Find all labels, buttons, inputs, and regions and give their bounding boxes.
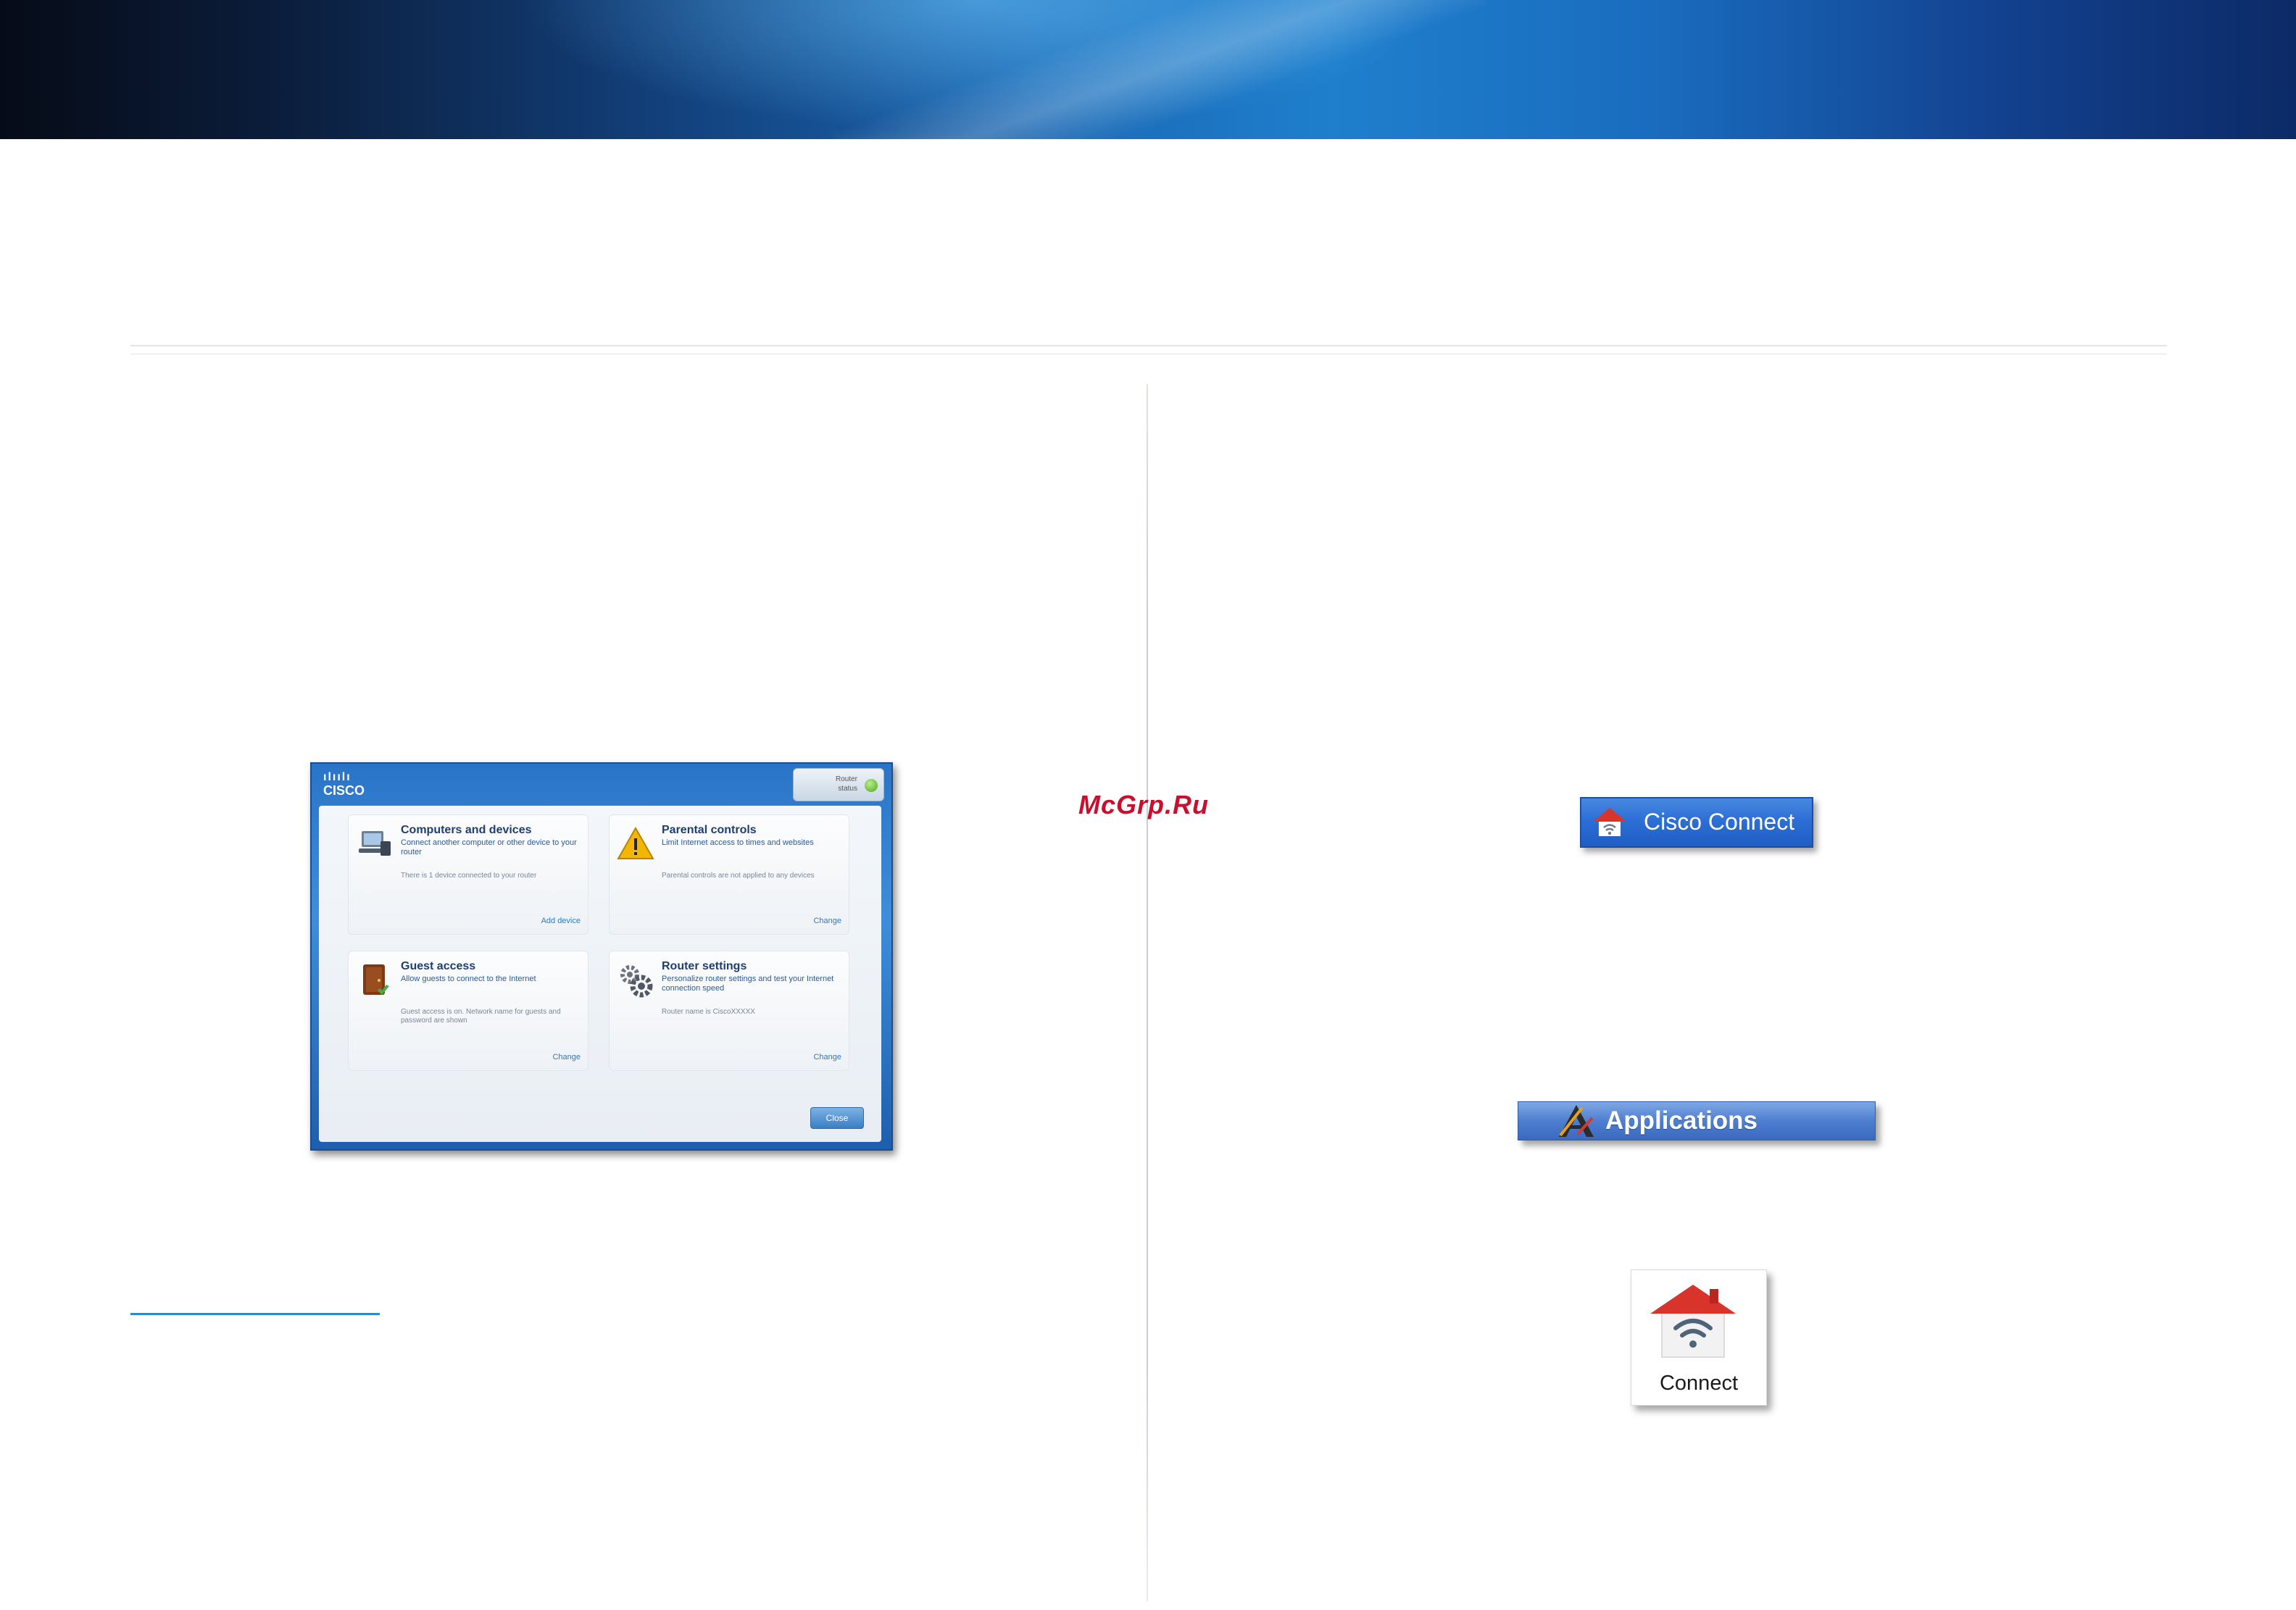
guest-door-icon bbox=[363, 964, 389, 995]
cisco-connect-label: Cisco Connect bbox=[1644, 809, 1795, 835]
tile-title: Computers and devices bbox=[401, 824, 532, 836]
cisco-logo: ılıılı CISCO bbox=[323, 771, 365, 797]
tile-title: Router settings bbox=[662, 960, 747, 972]
tile-computers-and-devices: Computers and devices Connect another co… bbox=[348, 814, 588, 935]
cisco-logo-text: CISCO bbox=[323, 783, 365, 798]
close-button[interactable]: Close bbox=[810, 1107, 864, 1129]
header-banner bbox=[0, 0, 2296, 139]
cisco-connect-window: ılıılı CISCO Router status Computers and… bbox=[310, 762, 893, 1151]
warning-icon bbox=[617, 826, 654, 859]
hyperlink-underline[interactable] bbox=[130, 1313, 380, 1315]
top-divider bbox=[130, 345, 2167, 346]
add-device-link[interactable]: Add device bbox=[541, 917, 581, 925]
applications-a-icon bbox=[1559, 1105, 1594, 1137]
tile-description: Limit Internet access to times and websi… bbox=[662, 838, 814, 847]
gears-icon bbox=[620, 965, 653, 998]
tile-status: Parental controls are not applied to any… bbox=[662, 872, 815, 880]
change-router-link[interactable]: Change bbox=[813, 1053, 841, 1061]
status-ok-icon bbox=[865, 779, 878, 792]
tile-parental-controls: Parental controls Limit Internet access … bbox=[609, 814, 849, 935]
applications-label: Applications bbox=[1605, 1106, 1758, 1135]
change-parental-link[interactable]: Change bbox=[813, 917, 841, 925]
computer-icon bbox=[359, 831, 391, 856]
tile-title: Parental controls bbox=[662, 824, 757, 836]
tile-title: Guest access bbox=[401, 960, 476, 972]
connect-house-wifi-icon bbox=[1650, 1285, 1736, 1358]
tile-description: Connect another computer or other device… bbox=[401, 838, 577, 856]
tile-router-settings: Router settings Personalize router setti… bbox=[609, 951, 849, 1071]
watermark: McGrp.Ru bbox=[1078, 790, 1210, 819]
router-status-line-1: Router bbox=[835, 775, 857, 783]
tile-status: Router name is CiscoXXXXX bbox=[662, 1008, 755, 1016]
router-status-badge[interactable]: Router status bbox=[793, 768, 884, 801]
connect-label: Connect bbox=[1659, 1372, 1738, 1395]
cisco-connect-body: Computers and devices Connect another co… bbox=[319, 806, 881, 1142]
router-status-line-2: status bbox=[838, 785, 857, 793]
tile-status: Guest access is on. Network name for gue… bbox=[401, 1008, 561, 1025]
cisco-logo-bars: ılıılı bbox=[323, 771, 352, 783]
tile-guest-access: Guest access Allow guests to connect to … bbox=[348, 951, 588, 1071]
connect-app-tile[interactable]: Connect bbox=[1631, 1269, 1767, 1406]
tile-description: Allow guests to connect to the Internet bbox=[401, 975, 536, 983]
router-status-text: Router status bbox=[836, 775, 857, 793]
applications-button[interactable]: Applications bbox=[1518, 1101, 1876, 1140]
tile-status: There is 1 device connected to your rout… bbox=[401, 872, 537, 880]
cisco-connect-taskbar-button[interactable]: Cisco Connect bbox=[1580, 797, 1813, 848]
change-guest-link[interactable]: Change bbox=[552, 1053, 581, 1061]
tile-description: Personalize router settings and test you… bbox=[662, 975, 834, 993]
banner-sheen bbox=[833, 0, 1486, 139]
cisco-connect-house-icon bbox=[1593, 808, 1626, 836]
column-divider bbox=[1147, 384, 1148, 1601]
